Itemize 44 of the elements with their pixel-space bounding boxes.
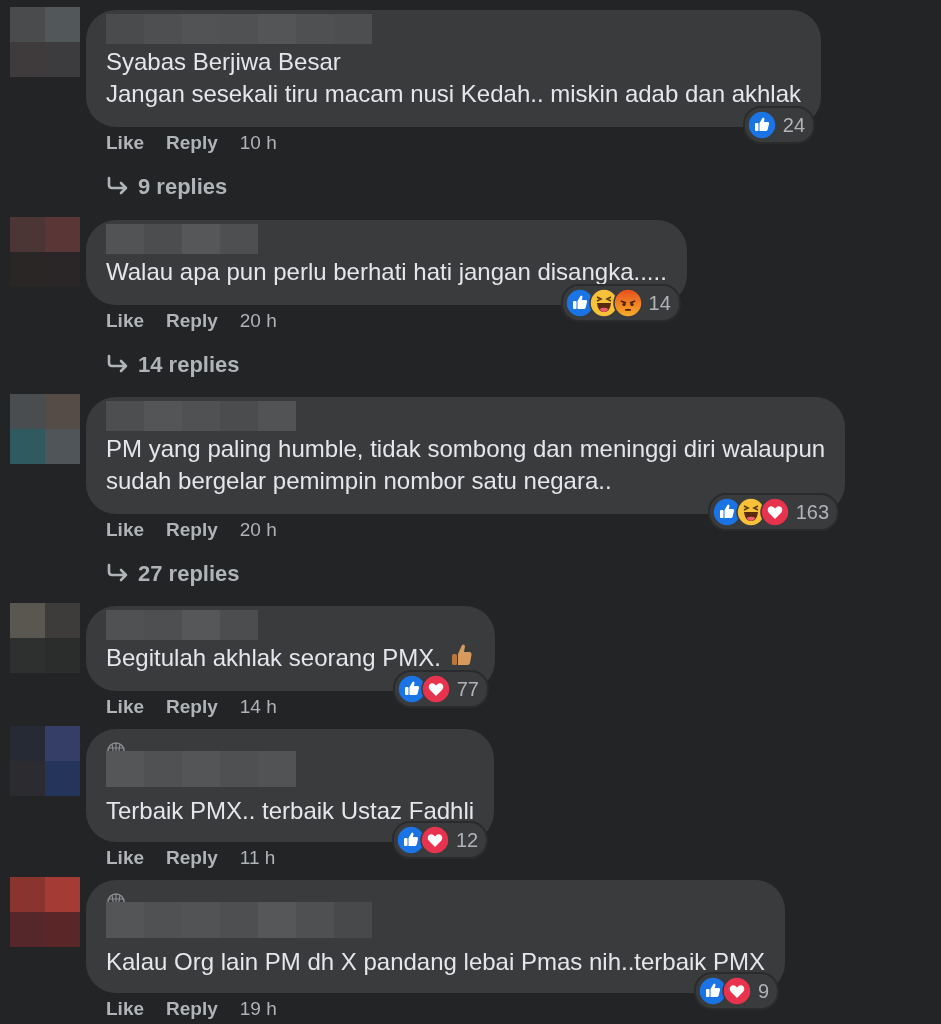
timestamp: 20 h: [239, 308, 277, 333]
reply-link[interactable]: Reply: [166, 306, 218, 336]
reply-link[interactable]: Reply: [166, 692, 218, 722]
like-link[interactable]: Like: [106, 692, 145, 722]
comment-text: Kalau Org lain PM dh X pandang lebai Pmas nih..terbaik PMX: [106, 947, 766, 977]
timestamp: 10 h: [239, 130, 277, 155]
reaction-count: 9: [757, 979, 770, 1004]
timestamp: 19 h: [239, 996, 277, 1021]
reaction-count: 14: [648, 291, 671, 316]
avatar: [10, 603, 80, 673]
reply-arrow-icon: [106, 563, 130, 583]
comment-text: Begitulah akhlak seorang PMX.: [106, 644, 441, 671]
comment-text: Jangan sesekali tiru macam nusi Kedah.. miskin adab dan akhlak: [106, 79, 802, 109]
comment-text: PM yang paling humble, tidak sombong dan meninggi diri walaupun: [106, 434, 826, 464]
reply-link[interactable]: Reply: [166, 843, 218, 873]
reply-link[interactable]: Reply: [166, 515, 218, 545]
reaction-count: 163: [795, 500, 830, 525]
timestamp: 20 h: [239, 517, 277, 542]
comment-text: sudah bergelar pemimpin nombor satu negara..: [106, 466, 613, 496]
like-link[interactable]: Like: [106, 994, 145, 1024]
like-link[interactable]: Like: [106, 306, 145, 336]
reaction-count: 24: [782, 113, 806, 138]
reply-link[interactable]: Reply: [166, 994, 218, 1024]
avatar: [10, 877, 80, 947]
like-link[interactable]: Like: [106, 128, 145, 158]
avatar: [10, 394, 80, 464]
reply-arrow-icon: [106, 354, 130, 374]
comment-text: Walau apa pun perlu berhati hati jangan disangka.....: [106, 257, 667, 287]
reply-arrow-icon: [106, 176, 130, 196]
view-replies-link[interactable]: 9 replies: [86, 171, 228, 201]
reaction-count: 12: [455, 828, 479, 853]
avatar: [10, 217, 80, 287]
timestamp: 14 h: [239, 694, 277, 719]
avatar: [10, 7, 80, 77]
view-replies-link[interactable]: 27 replies: [86, 558, 240, 588]
reaction-count: 77: [456, 677, 479, 702]
like-link[interactable]: Like: [106, 843, 145, 873]
like-link[interactable]: Like: [106, 515, 145, 545]
timestamp: 11 h: [239, 845, 276, 870]
avatar: [10, 726, 80, 796]
reply-link[interactable]: Reply: [166, 128, 218, 158]
view-replies-link[interactable]: 14 replies: [86, 349, 240, 379]
comment-text: Syabas Berjiwa Besar: [106, 47, 342, 77]
comment-text: Terbaik PMX.. terbaik Ustaz Fadhli: [106, 796, 475, 826]
